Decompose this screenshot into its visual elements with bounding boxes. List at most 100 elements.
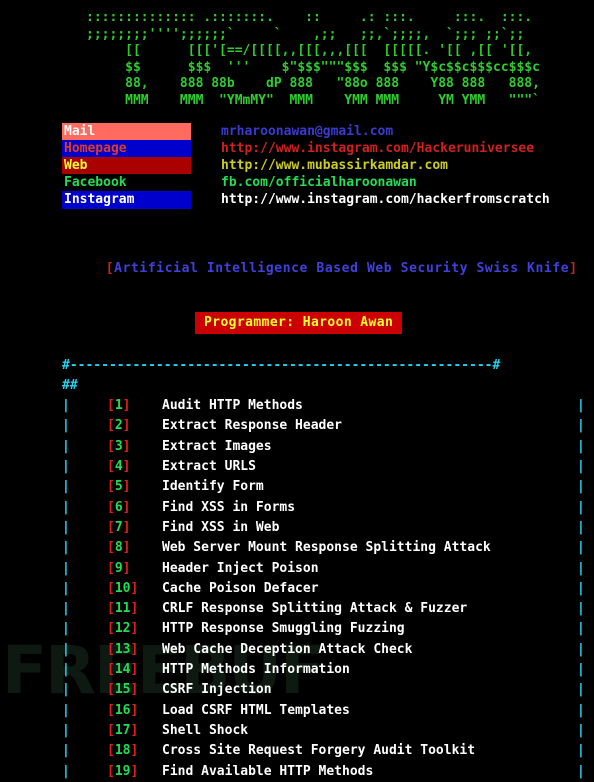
menu-border-right-bar: | xyxy=(577,560,585,576)
index-number: 8 xyxy=(114,540,123,556)
index-open-bracket: [ xyxy=(107,459,115,475)
index-open-bracket: [ xyxy=(107,662,115,678)
menu-item[interactable]: | [14] HTTP Methods Information | xyxy=(62,660,594,680)
menu-border-right-bar: | xyxy=(577,438,585,454)
menu-border-right-bar: | xyxy=(577,621,585,637)
index-open-bracket: [ xyxy=(107,722,115,738)
menu-item[interactable]: | [5] Identify Form | xyxy=(62,477,594,497)
menu-item[interactable]: | [9] Header Inject Poison | xyxy=(62,559,594,579)
menu-item-index: [11] xyxy=(107,599,162,619)
menu-border-right-bar: | xyxy=(577,601,585,617)
tagline-close-bracket: ] xyxy=(569,260,578,276)
index-close-bracket: ] xyxy=(122,398,131,414)
contact-label-instagram: Instagram xyxy=(62,191,191,209)
menu-item[interactable]: | [16] Load CSRF HTML Templates | xyxy=(62,701,594,721)
index-close-bracket: ] xyxy=(130,580,139,596)
menu-border-left-bar: | xyxy=(62,459,70,475)
contact-list: Mail mrharoonawan@gmail.com Homepage http:/… xyxy=(0,123,594,209)
menu-item-label: Extract URLS xyxy=(162,459,256,475)
index-number: 13 xyxy=(114,641,131,657)
ascii-art-line: ;;;;;;;;'''';;;;;;` ` ,;; ;;,`;;;;, `;;;… xyxy=(86,26,525,42)
menu-item[interactable]: | [6] Find XSS in Forms | xyxy=(62,498,594,518)
contact-row: Homepage http://www.instagram.com/Hackeru… xyxy=(62,140,594,158)
menu-item-index: [1] xyxy=(107,396,162,416)
contact-value-mail[interactable]: mrharoonawan@gmail.com xyxy=(221,123,393,140)
menu-border-right-bar: | xyxy=(577,479,585,495)
index-number: 16 xyxy=(114,702,131,718)
contact-value-homepage[interactable]: http://www.instagram.com/Hackeruniversee xyxy=(221,140,534,157)
index-open-bracket: [ xyxy=(107,763,115,779)
contact-value-web[interactable]: http://www.mubassirkamdar.com xyxy=(221,157,448,174)
menu-item[interactable]: | [11] CRLF Response Splitting Attack & Fu… xyxy=(62,599,594,619)
menu-item-label: CSRF Injection xyxy=(162,682,272,698)
contact-value-instagram[interactable]: http://www.instagram.com/hackerfromscrat… xyxy=(221,191,550,208)
menu-border-left-bar: | xyxy=(62,438,70,454)
index-number: 17 xyxy=(114,722,131,738)
menu-border-left-bar: | xyxy=(62,398,70,414)
index-open-bracket: [ xyxy=(107,621,115,637)
menu-item-label: Header Inject Poison xyxy=(162,560,319,576)
menu-item[interactable]: | [4] Extract URLS | xyxy=(62,457,594,477)
menu-border-right-bar: | xyxy=(577,540,585,556)
contact-value-facebook[interactable]: fb.com/officialharoonawan xyxy=(221,174,417,191)
ascii-art-banner: :::::::::::::: .:::::::. :: .: :::. :::.… xyxy=(0,0,594,110)
menu-border-left-bar: | xyxy=(62,743,70,759)
menu-item-index: [6] xyxy=(107,498,162,518)
menu-item[interactable]: | [2] Extract Response Header | xyxy=(62,416,594,436)
menu-item-index: [10] xyxy=(107,579,162,599)
menu-border-left-bar: | xyxy=(62,499,70,515)
index-number: 18 xyxy=(114,743,131,759)
tagline-open-bracket: [ xyxy=(105,260,115,276)
menu-item-index: [12] xyxy=(107,619,162,639)
menu-item-label: Cache Poison Defacer xyxy=(162,580,319,596)
menu-item-index: [17] xyxy=(107,721,162,741)
menu-border-left-bar: | xyxy=(62,580,70,596)
menu-item[interactable]: | [17] Shell Shock | xyxy=(62,721,594,741)
index-number: 14 xyxy=(114,662,131,678)
menu-item-index: [3] xyxy=(107,437,162,457)
ascii-art-line: :::::::::::::: .:::::::. :: .: :::. :::.… xyxy=(86,10,533,25)
index-number: 19 xyxy=(114,763,131,779)
menu-border-left-hash: # xyxy=(62,377,70,393)
index-close-bracket: ] xyxy=(122,540,131,556)
menu-item[interactable]: | [18] Cross Site Request Forgery Audit To… xyxy=(62,741,594,761)
index-close-bracket: ] xyxy=(122,459,131,475)
menu-item[interactable]: | [3] Extract Images | xyxy=(62,437,594,457)
menu-border-right-bar: | xyxy=(577,743,585,759)
menu-item[interactable]: | [8] Web Server Mount Response Splitting … xyxy=(62,538,594,558)
menu-border-left-bar: | xyxy=(62,641,70,657)
menu-border-left-bar: | xyxy=(62,519,70,535)
index-open-bracket: [ xyxy=(107,438,115,454)
menu-item[interactable]: | [13] Web Cache Deception Attack Check | xyxy=(62,640,594,660)
menu-border-left-bar: | xyxy=(62,702,70,718)
menu-border-left-bar: | xyxy=(62,621,70,637)
contact-label-mail: Mail xyxy=(62,123,191,141)
menu-item[interactable]: | [19] Find Available HTTP Methods | xyxy=(62,762,594,782)
menu-item-index: [14] xyxy=(107,660,162,680)
menu-border-left-bar: | xyxy=(62,479,70,495)
menu-item-index: [19] xyxy=(107,762,162,782)
index-open-bracket: [ xyxy=(107,702,115,718)
menu-item[interactable]: | [12] HTTP Response Smuggling Fuzzing | xyxy=(62,619,594,639)
menu-item[interactable]: | [15] CSRF Injection | xyxy=(62,680,594,700)
ascii-art-line: $$ $$$ ''' $"$$$"""$$$ $$$ "Y$c$$c$$$cc$… xyxy=(86,59,540,75)
terminal-screen: :::::::::::::: .:::::::. :: .: :::. :::.… xyxy=(0,0,594,782)
index-close-bracket: ] xyxy=(122,418,131,434)
menu-border-right-bar: | xyxy=(577,580,585,596)
menu-item-index: [5] xyxy=(107,477,162,497)
menu-item[interactable]: | [1] Audit HTTP Methods | xyxy=(62,396,594,416)
index-close-bracket: ] xyxy=(130,682,139,698)
index-close-bracket: ] xyxy=(130,662,139,678)
menu-item-index: [4] xyxy=(107,457,162,477)
index-number: 15 xyxy=(114,682,131,698)
programmer-banner-row: Programmer: Haroon Awan xyxy=(0,311,594,334)
menu-border-right-bar: | xyxy=(577,459,585,475)
menu-item[interactable]: | [7] Find XSS in Web | xyxy=(62,518,594,538)
menu-blank-border-row: ## xyxy=(62,376,594,396)
index-close-bracket: ] xyxy=(130,601,139,617)
menu-item[interactable]: | [10] Cache Poison Defacer | xyxy=(62,579,594,599)
index-open-bracket: [ xyxy=(107,641,115,657)
tagline-text: Artificial Intelligence Based Web Securi… xyxy=(114,260,570,276)
menu-border-right-bar: | xyxy=(577,722,585,738)
menu-item-label: Find Available HTTP Methods xyxy=(162,763,374,779)
